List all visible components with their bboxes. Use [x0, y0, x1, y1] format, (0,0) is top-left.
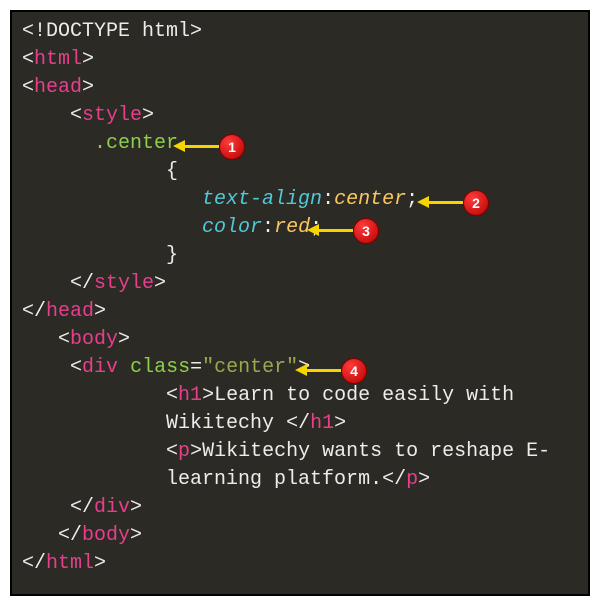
- tag-body-close: body: [82, 524, 130, 547]
- punct: >: [130, 524, 142, 547]
- tag-html-close: html: [46, 552, 94, 575]
- tag-h1-close: h1: [310, 412, 334, 435]
- semi: ;: [406, 188, 418, 211]
- css-property: text-align: [202, 188, 322, 211]
- punct: >: [82, 76, 94, 99]
- text: Learn to code easily with: [214, 384, 514, 407]
- punct: >: [202, 384, 214, 407]
- punct: >: [94, 300, 106, 323]
- tag-style: style: [82, 104, 142, 127]
- tag-html: html: [34, 48, 82, 71]
- punct: <: [58, 328, 70, 351]
- punct: </: [70, 272, 94, 295]
- punct: >: [82, 48, 94, 71]
- punct: <: [22, 48, 34, 71]
- punct: >: [118, 328, 130, 351]
- semi: ;: [310, 216, 322, 239]
- punct: <: [70, 104, 82, 127]
- text: learning platform.: [166, 468, 382, 491]
- tag-p-close: p: [406, 468, 418, 491]
- text: Wikitechy wants to reshape E-: [202, 440, 550, 463]
- punct: >: [298, 356, 310, 379]
- punct: </: [382, 468, 406, 491]
- punct: </: [22, 300, 46, 323]
- quote: ": [286, 356, 298, 379]
- punct: >: [154, 272, 166, 295]
- css-property: color: [202, 216, 262, 239]
- quote: ": [202, 356, 214, 379]
- doctype-text: DOCTYPE html: [46, 20, 190, 43]
- punct: </: [22, 552, 46, 575]
- punct: <: [166, 440, 178, 463]
- css-selector: .center: [94, 132, 178, 155]
- punct: <: [22, 76, 34, 99]
- brace: }: [166, 244, 178, 267]
- punct: >: [190, 440, 202, 463]
- code-editor-panel: <!DOCTYPE html> <html> <head> <style> .c…: [10, 10, 590, 596]
- punct: <!: [22, 20, 46, 43]
- eq: =: [190, 356, 202, 379]
- punct: >: [130, 496, 142, 519]
- punct: <: [166, 384, 178, 407]
- colon: :: [262, 216, 274, 239]
- tag-p: p: [178, 440, 190, 463]
- css-value: center: [334, 188, 406, 211]
- tag-body: body: [70, 328, 118, 351]
- css-value: red: [274, 216, 310, 239]
- punct: </: [286, 412, 310, 435]
- punct: >: [142, 104, 154, 127]
- tag-div-close: div: [94, 496, 130, 519]
- punct: >: [334, 412, 346, 435]
- punct: </: [70, 496, 94, 519]
- punct: >: [94, 552, 106, 575]
- tag-style-close: style: [94, 272, 154, 295]
- tag-head: head: [34, 76, 82, 99]
- punct: >: [190, 20, 202, 43]
- tag-h1: h1: [178, 384, 202, 407]
- brace: {: [166, 160, 178, 183]
- colon: :: [322, 188, 334, 211]
- tag-div: div: [82, 356, 118, 379]
- image-frame: <!DOCTYPE html> <html> <head> <style> .c…: [0, 0, 600, 606]
- attr-class: class: [130, 356, 190, 379]
- text: Wikitechy: [166, 412, 286, 435]
- punct: <: [70, 356, 82, 379]
- attr-value: center: [214, 356, 286, 379]
- tag-head-close: head: [46, 300, 94, 323]
- punct: </: [58, 524, 82, 547]
- punct: >: [418, 468, 430, 491]
